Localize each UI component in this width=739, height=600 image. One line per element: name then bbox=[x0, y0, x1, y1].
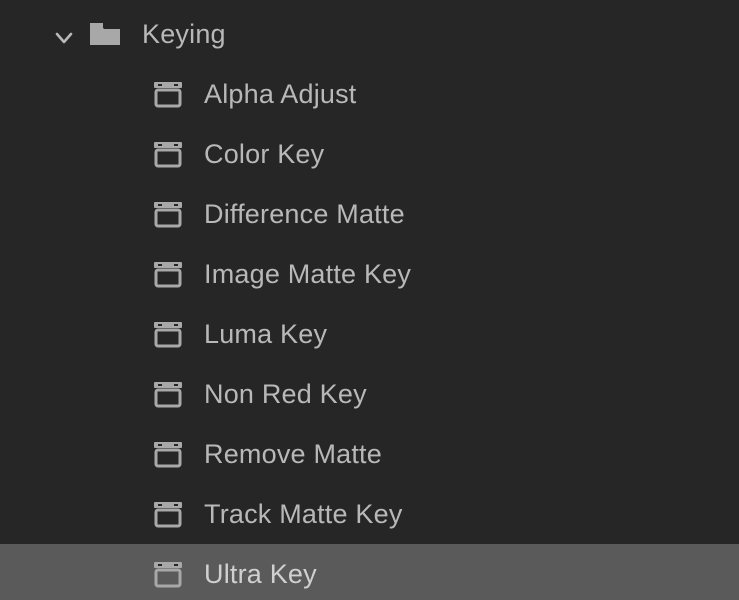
effect-item[interactable]: Image Matte Key bbox=[0, 244, 739, 304]
effect-icon bbox=[152, 258, 184, 290]
effect-label: Color Key bbox=[204, 139, 324, 170]
chevron-down-icon[interactable] bbox=[54, 24, 74, 44]
effect-icon bbox=[152, 78, 184, 110]
effect-icon bbox=[152, 318, 184, 350]
effect-label: Ultra Key bbox=[204, 559, 317, 590]
effect-item[interactable]: Track Matte Key bbox=[0, 484, 739, 544]
effect-item[interactable]: Ultra Key bbox=[0, 544, 739, 600]
effect-item[interactable]: Color Key bbox=[0, 124, 739, 184]
effect-label: Difference Matte bbox=[204, 199, 405, 230]
effect-item[interactable]: Luma Key bbox=[0, 304, 739, 364]
effect-item[interactable]: Remove Matte bbox=[0, 424, 739, 484]
effect-label: Track Matte Key bbox=[204, 499, 403, 530]
effect-label: Luma Key bbox=[204, 319, 327, 350]
effect-label: Remove Matte bbox=[204, 439, 382, 470]
effect-icon bbox=[152, 438, 184, 470]
folder-children: Alpha Adjust Color Key Difference Matte … bbox=[0, 64, 739, 600]
effect-item[interactable]: Alpha Adjust bbox=[0, 64, 739, 124]
effect-icon bbox=[152, 138, 184, 170]
effects-tree: Keying Alpha Adjust Color Key Difference… bbox=[0, 0, 739, 600]
effect-item[interactable]: Difference Matte bbox=[0, 184, 739, 244]
effect-icon bbox=[152, 198, 184, 230]
effect-icon bbox=[152, 498, 184, 530]
effect-icon bbox=[152, 558, 184, 590]
effect-icon bbox=[152, 378, 184, 410]
effect-label: Alpha Adjust bbox=[204, 79, 357, 110]
folder-icon bbox=[88, 17, 122, 51]
effect-label: Image Matte Key bbox=[204, 259, 411, 290]
effect-label: Non Red Key bbox=[204, 379, 367, 410]
folder-row-keying[interactable]: Keying bbox=[0, 4, 739, 64]
folder-label: Keying bbox=[142, 19, 226, 50]
effect-item[interactable]: Non Red Key bbox=[0, 364, 739, 424]
